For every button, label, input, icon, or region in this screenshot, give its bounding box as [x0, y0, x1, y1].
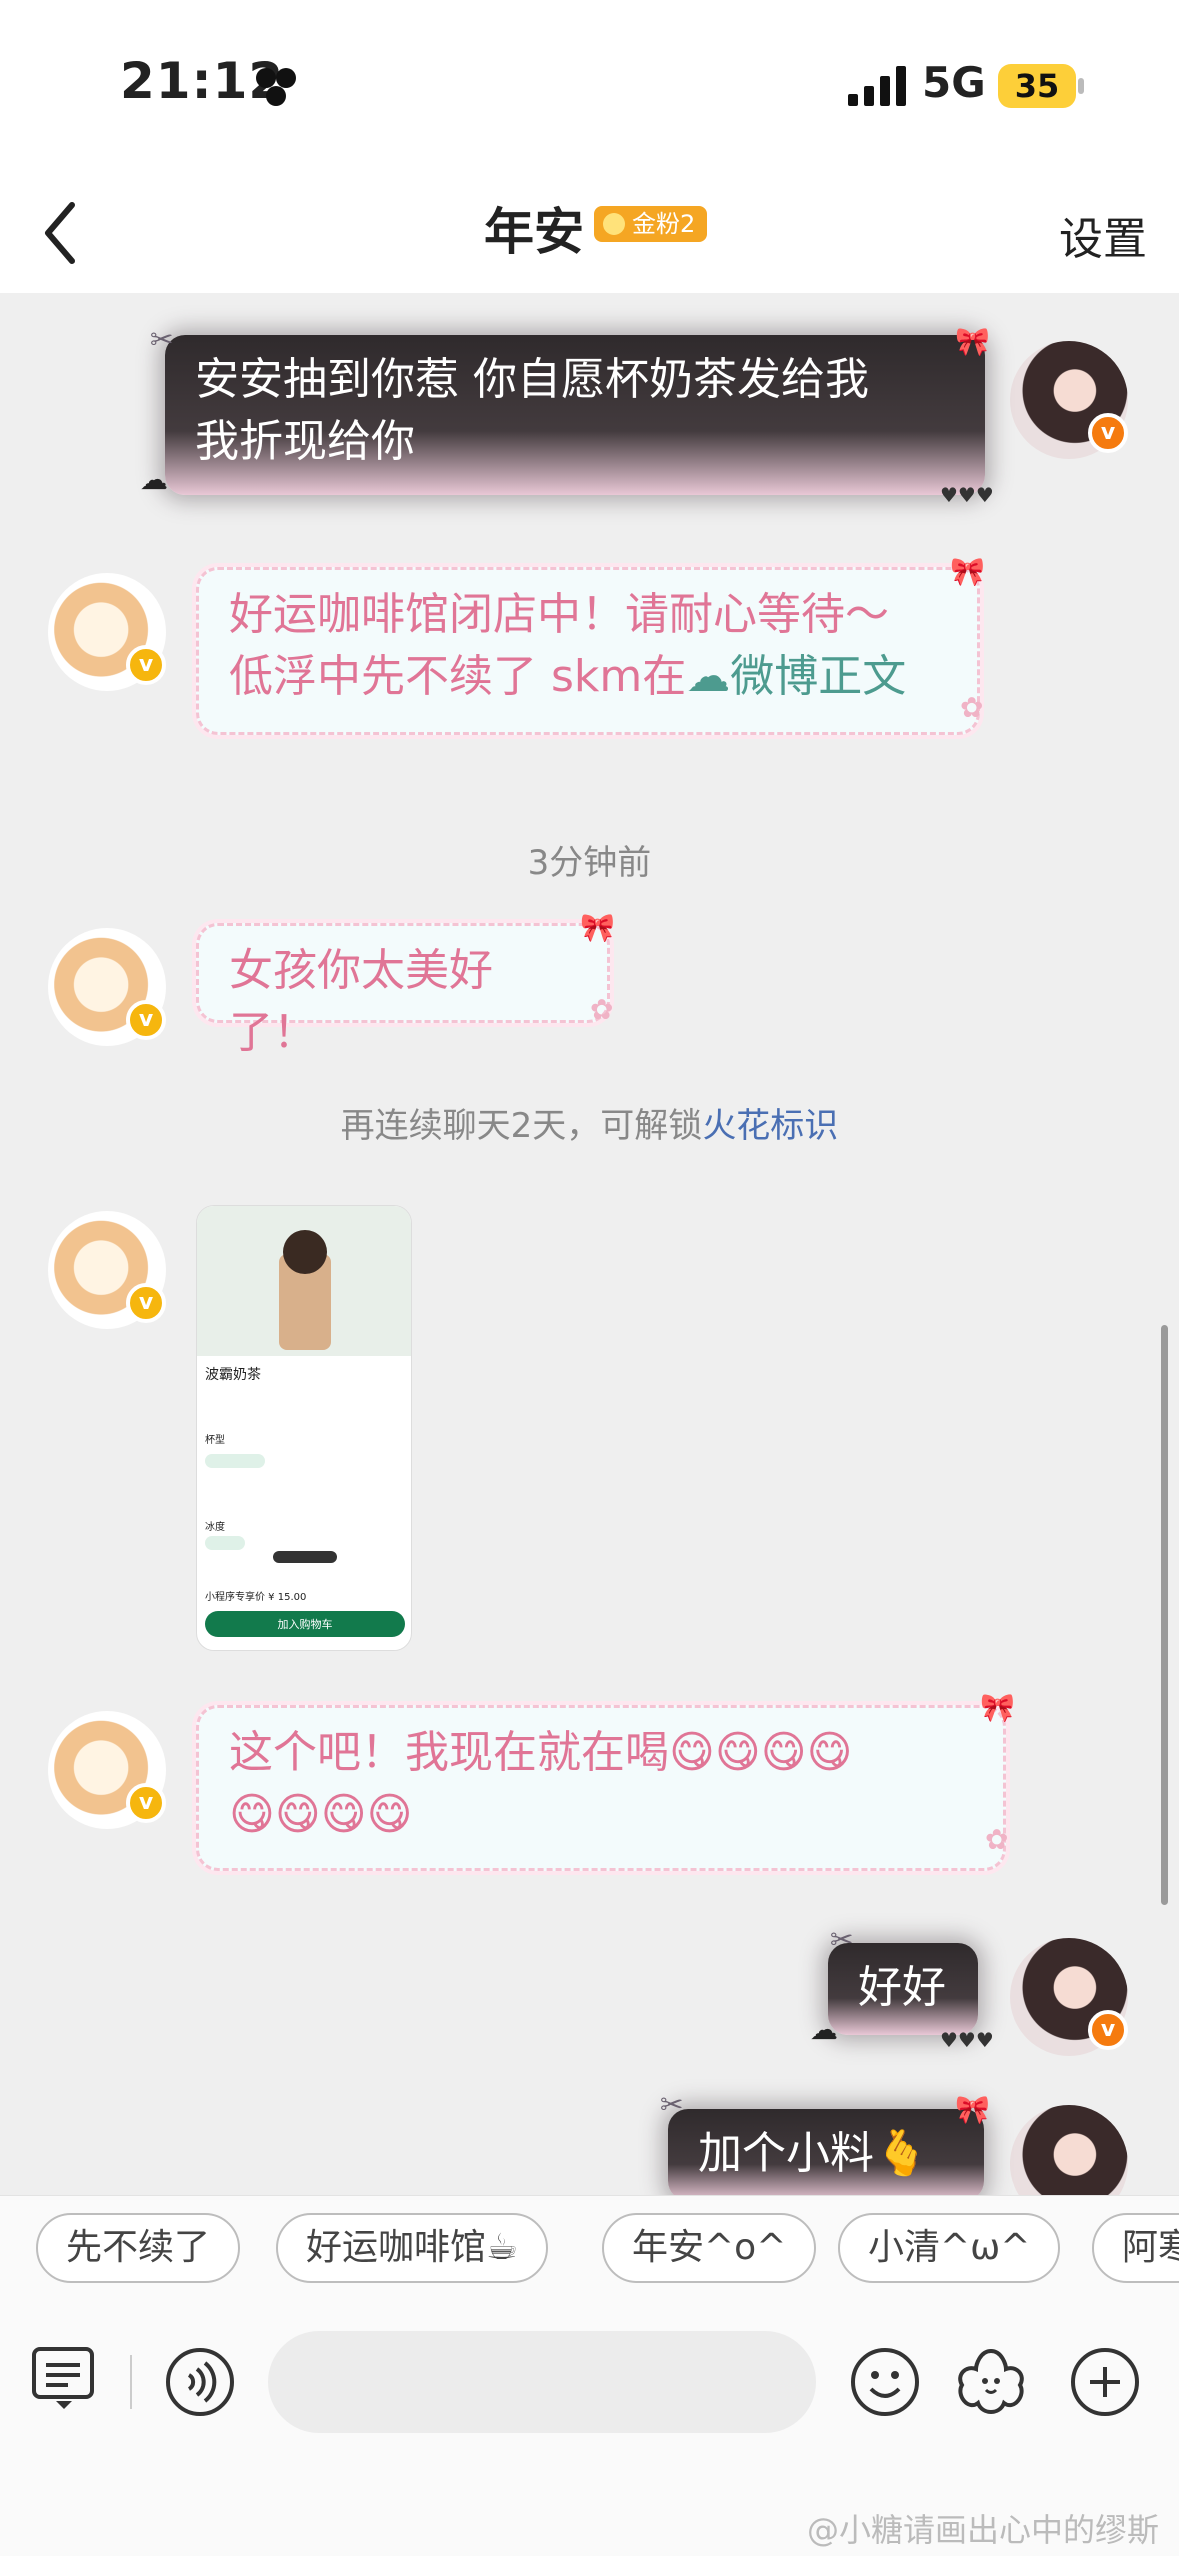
verified-icon: v [1088, 2010, 1128, 2050]
message-text-part: 低浮中先不续了 skm在 [229, 651, 687, 702]
product-screenshot [197, 1206, 411, 1650]
bow-icon: 🎀 [955, 2093, 990, 2126]
message-text: 好好 [858, 1962, 946, 2013]
message-bubble-outgoing[interactable]: 好好 [828, 1943, 978, 2035]
spark-link[interactable]: 火花标识 [702, 1106, 838, 1146]
chat-title: 年安 [484, 203, 584, 261]
product-option-cup: 杯型 [205, 1435, 225, 1446]
message-input[interactable] [268, 2331, 816, 2433]
weibo-link[interactable]: ☁微博正文 [686, 651, 906, 702]
verified-icon: v [126, 645, 166, 685]
flower-icon: ✿ [960, 691, 984, 724]
flower-sticker-icon[interactable] [954, 2345, 1028, 2419]
message-bubble-outgoing[interactable]: 加个小料🫰 [668, 2109, 984, 2195]
verified-icon: v [126, 1283, 166, 1323]
message-text: 安安抽到你惹 你自愿杯奶茶发给我 [195, 354, 869, 405]
chat-header: 年安 金粉2 设置 [0, 175, 1179, 293]
quick-reply-chip[interactable]: 阿寒 [1092, 2213, 1179, 2283]
plus-icon[interactable] [1068, 2345, 1142, 2419]
avatar-self[interactable] [1010, 2105, 1128, 2195]
cloud-icon: ☁ [810, 2013, 838, 2046]
message-bubble-outgoing[interactable]: 安安抽到你惹 你自愿杯奶茶发给我 我折现给你 [165, 335, 985, 495]
message-text: 加个小料🫰 [698, 2128, 929, 2179]
battery-icon: 35 [998, 64, 1076, 108]
message-text: 这个吧！我现在就在喝😋😋😋😋 [229, 1727, 853, 1778]
emoji-icon[interactable] [848, 2345, 922, 2419]
bow-icon: ✂ [660, 2088, 684, 2121]
voice-icon[interactable] [163, 2345, 237, 2419]
time-divider: 3分钟前 [527, 843, 652, 883]
product-price: 小程序专享价 ¥ 15.00 [205, 1592, 307, 1603]
bow-icon: ✂ [150, 323, 174, 356]
flower-icon: ✿ [985, 1823, 1009, 1856]
flower-icon: ✿ [590, 993, 614, 1026]
quick-reply-chip[interactable]: 年安^o^ [602, 2213, 817, 2283]
divider [130, 2355, 132, 2409]
fan-badge-label: 金粉2 [632, 210, 696, 238]
bow-icon: 🎀 [950, 555, 985, 588]
product-name: 波霸奶茶 [205, 1367, 261, 1383]
message-list[interactable]: v 安安抽到你惹 你自愿杯奶茶发给我 我折现给你 ✂ 🎀 ☁ ♥♥♥ v 好运咖… [0, 293, 1179, 2195]
message-text: 好运咖啡馆闭店中！请耐心等待～ [229, 589, 889, 640]
hearts-icon: ♥♥♥ [940, 2028, 994, 2052]
message-text: 😋😋😋😋 [229, 1789, 413, 1840]
message-bubble-incoming[interactable]: 好运咖啡馆闭店中！请耐心等待～ 低浮中先不续了 skm在☁微博正文 [196, 567, 980, 735]
product-option-ice: 冰度 [205, 1522, 225, 1533]
cloud-icon: ☁ [140, 463, 168, 496]
fan-badge: 金粉2 [594, 206, 708, 242]
watermark: @小糖请画出心中的缪斯 [806, 2511, 1159, 2549]
network-type: 5G [922, 58, 986, 107]
weibo-link-label: 微博正文 [730, 651, 907, 702]
status-bar: 21:12 5G 35 [0, 0, 1179, 175]
signal-icon [848, 66, 906, 106]
message-text: 女孩你太美好了！ [229, 945, 493, 1058]
settings-button[interactable]: 设置 [1059, 203, 1147, 267]
focus-mode-icon [256, 68, 296, 106]
image-message-product[interactable]: 波霸奶茶 杯型 冰度 小程序专享价 ¥ 15.00 加入购物车 [196, 1205, 412, 1651]
verified-icon: v [126, 1000, 166, 1040]
bow-icon: 🎀 [580, 911, 615, 944]
quick-reply-bar: 先不续了 好运咖啡馆☕ 年安^o^ 小清^ω^ 阿寒 [0, 2195, 1179, 2315]
bow-icon: 🎀 [955, 325, 990, 358]
battery-cap [1078, 78, 1084, 94]
bow-icon: 🎀 [980, 1691, 1015, 1724]
verified-icon: v [126, 1783, 166, 1823]
message-text: 低浮中先不续了 skm在☁微博正文 [229, 646, 947, 708]
spark-hint-text: 再连续聊天2天，可解锁 [340, 1106, 703, 1146]
keyboard-icon[interactable] [28, 2341, 102, 2415]
hearts-icon: ♥♥♥ [940, 483, 994, 507]
crown-icon [603, 213, 625, 235]
quick-reply-chip[interactable]: 小清^ω^ [838, 2213, 1061, 2283]
message-text: 我折现给你 [195, 416, 415, 467]
add-to-cart-button: 加入购物车 [277, 1618, 333, 1631]
message-bubble-incoming[interactable]: 这个吧！我现在就在喝😋😋😋😋 😋😋😋😋 [196, 1705, 1006, 1871]
scrollbar[interactable] [1161, 1325, 1168, 1905]
quick-reply-chip[interactable]: 先不续了 [36, 2213, 241, 2283]
chevron-left-icon[interactable] [30, 193, 90, 273]
verified-icon: v [1088, 413, 1128, 453]
bow-icon: ✂ [830, 1923, 854, 1956]
quick-reply-chip[interactable]: 好运咖啡馆☕ [276, 2213, 549, 2283]
spark-hint: 再连续聊天2天，可解锁火花标识 [0, 1098, 1179, 1147]
message-bubble-incoming[interactable]: 女孩你太美好了！ [196, 923, 610, 1058]
